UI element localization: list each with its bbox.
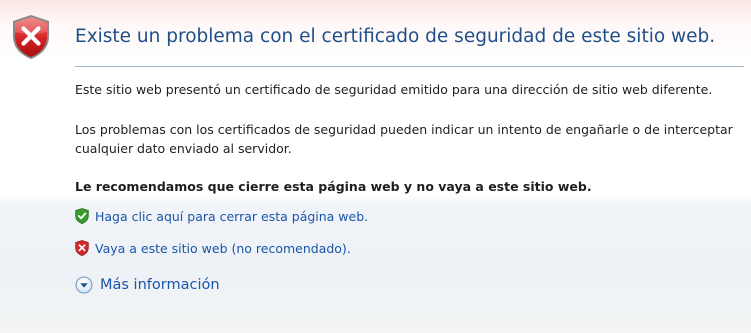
more-information-label[interactable]: Más información: [100, 277, 220, 293]
continue-to-site-link-text[interactable]: Vaya a este sitio web (no recomendado).: [95, 241, 351, 256]
green-shield-check-icon: [75, 208, 89, 224]
close-page-link[interactable]: Haga clic aquí para cerrar esta página w…: [75, 206, 368, 226]
title-divider: [75, 66, 744, 67]
chevron-down-circle-icon: [75, 276, 93, 294]
recommendation-text: Le recomendamos que cierre esta página w…: [75, 179, 592, 194]
risk-description-text: Los problemas con los certificados de se…: [75, 122, 733, 156]
more-information-toggle[interactable]: Más información: [75, 274, 220, 296]
red-shield-x-icon: [75, 240, 89, 256]
close-page-link-text[interactable]: Haga clic aquí para cerrar esta página w…: [95, 209, 368, 224]
page-title: Existe un problema con el certificado de…: [75, 26, 716, 47]
red-shield-x-icon: [13, 15, 49, 59]
certificate-mismatch-text: Este sitio web presentó un certificado d…: [75, 82, 713, 97]
continue-to-site-link[interactable]: Vaya a este sitio web (no recomendado).: [75, 238, 351, 258]
